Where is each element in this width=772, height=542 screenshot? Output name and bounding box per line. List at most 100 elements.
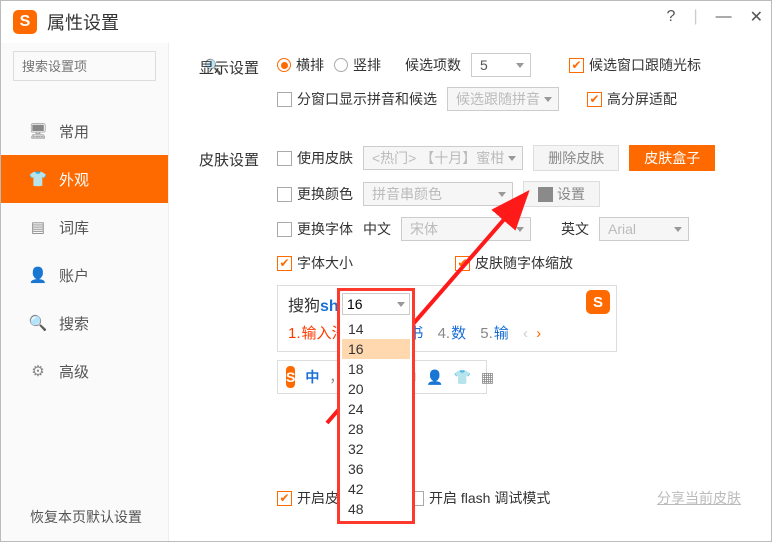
radio-dot-icon <box>277 58 291 72</box>
chk-font-follow-skin[interactable]: ✔皮肤随字体缩放 <box>455 253 573 273</box>
dropdown-list: 14161820242832364248 <box>340 317 412 521</box>
cn-font-select: 宋体 <box>401 217 531 241</box>
chk-label: 使用皮肤 <box>297 148 353 168</box>
chk-hidpi[interactable]: ✔ 高分屏适配 <box>587 89 677 109</box>
nav-search[interactable]: 🔍搜索 <box>1 299 168 347</box>
nav-account[interactable]: 👤账户 <box>1 251 168 299</box>
cand-word: 数 <box>451 325 466 342</box>
app-logo: S <box>13 10 37 34</box>
window-title: 属性设置 <box>47 9 119 35</box>
dropdown-selected[interactable]: 16 <box>342 293 410 315</box>
main-panel: 显示设置 横排 竖排 候选项数 5 ✔候选窗口跟随光标 分窗口显示拼音和候选 候… <box>169 43 771 541</box>
follow-pinyin-select: 候选跟随拼音 <box>447 87 559 111</box>
sidebar: 🔍 🖥 常用 👕 外观 ▤词库 👤账户 🔍搜索 ⚙高级 恢复本页默认设置 <box>1 43 169 541</box>
book-icon: ▤ <box>29 218 47 236</box>
chk-label: 开启 flash 调试模式 <box>429 488 550 508</box>
color-set-button: 设置 <box>523 181 600 207</box>
select-value: <热门> 【十月】蜜柑 <box>372 148 504 168</box>
skin-select: <热门> 【十月】蜜柑 <box>363 146 523 170</box>
select-value: 拼音串颜色 <box>372 184 442 204</box>
close-button[interactable]: ✕ <box>750 7 763 27</box>
radio-vertical[interactable]: 竖排 <box>334 55 381 75</box>
titlebar: S 属性设置 ? | — ✕ <box>1 1 771 43</box>
nav-label: 高级 <box>59 361 89 382</box>
nav-label: 常用 <box>59 121 89 142</box>
btn-label: 设置 <box>557 184 585 204</box>
search-box[interactable]: 🔍 <box>13 51 156 81</box>
en-label: 英文 <box>561 219 589 239</box>
cn-label: 中文 <box>363 219 391 239</box>
chk-label: 候选窗口跟随光标 <box>589 55 701 75</box>
checkbox-icon: ✔ <box>587 92 602 107</box>
select-value: 宋体 <box>410 219 438 239</box>
search-icon: 🔍 <box>29 314 47 332</box>
sogou-logo-icon: S <box>286 366 295 388</box>
cand-num: 1. <box>288 325 301 342</box>
cand-count-select[interactable]: 5 <box>471 53 531 77</box>
user-icon: 👤 <box>29 266 47 284</box>
chk-follow-cursor[interactable]: ✔候选窗口跟随光标 <box>569 55 701 75</box>
checkbox-icon <box>277 187 292 202</box>
restore-defaults-button[interactable]: 恢复本页默认设置 <box>11 507 161 527</box>
cand-count-label: 候选项数 <box>405 55 461 75</box>
cand-word: 输 <box>494 325 509 342</box>
chk-flash-debug[interactable]: 开启 flash 调试模式 <box>409 488 550 508</box>
font-size-dropdown[interactable]: 16 14161820242832364248 <box>337 288 415 524</box>
chk-font-size[interactable]: ✔字体大小 <box>277 253 353 273</box>
radio-horizontal[interactable]: 横排 <box>277 55 324 75</box>
minimize-button[interactable]: — <box>716 8 732 26</box>
chk-label: 分窗口显示拼音和候选 <box>297 89 437 109</box>
nav-appearance[interactable]: 👕 外观 <box>1 155 168 203</box>
nav: 🖥 常用 👕 外观 ▤词库 👤账户 🔍搜索 ⚙高级 <box>1 107 168 395</box>
color-select: 拼音串颜色 <box>363 182 513 206</box>
person-icon[interactable]: 👤 <box>426 369 443 386</box>
nav-advanced[interactable]: ⚙高级 <box>1 347 168 395</box>
sogou-logo-icon: S <box>586 290 610 314</box>
skin-icon[interactable]: 👕 <box>453 369 470 386</box>
chk-label: 更换字体 <box>297 219 353 239</box>
chk-change-color[interactable]: 更换颜色 <box>277 184 353 204</box>
radio-label: 横排 <box>296 55 324 75</box>
checkbox-icon: ✔ <box>455 256 470 271</box>
nav-label: 外观 <box>59 169 89 190</box>
shirt-icon: 👕 <box>29 170 47 188</box>
font-size-option[interactable]: 18 <box>342 359 410 379</box>
share-skin-link[interactable]: 分享当前皮肤 <box>657 488 741 508</box>
font-size-option[interactable]: 48 <box>342 499 410 519</box>
chk-change-font[interactable]: 更换字体 <box>277 219 353 239</box>
font-size-option[interactable]: 24 <box>342 399 410 419</box>
font-size-option[interactable]: 20 <box>342 379 410 399</box>
select-value: 候选跟随拼音 <box>456 89 540 109</box>
font-size-option[interactable]: 16 <box>342 339 410 359</box>
checkbox-icon <box>277 151 292 166</box>
radio-dot-icon <box>334 58 348 72</box>
chk-label: 高分屏适配 <box>607 89 677 109</box>
help-button[interactable]: ? <box>667 8 676 26</box>
chk-split-window[interactable]: 分窗口显示拼音和候选 <box>277 89 437 109</box>
font-size-option[interactable]: 42 <box>342 479 410 499</box>
monitor-icon: 🖥 <box>29 122 47 140</box>
font-size-option[interactable]: 14 <box>342 319 410 339</box>
skin-box-button[interactable]: 皮肤盒子 <box>629 145 715 171</box>
pager-arrows[interactable]: ‹ › <box>523 325 543 342</box>
color-swatch-icon <box>538 187 553 202</box>
radio-label: 竖排 <box>353 55 381 75</box>
font-size-option[interactable]: 28 <box>342 419 410 439</box>
checkbox-icon <box>277 222 292 237</box>
chk-use-skin[interactable]: 使用皮肤 <box>277 148 353 168</box>
font-size-option[interactable]: 36 <box>342 459 410 479</box>
toolbar-cn[interactable]: 中 <box>305 367 319 387</box>
section-label: 显示设置 <box>199 53 277 121</box>
chk-label: 字体大小 <box>297 253 353 273</box>
font-size-option[interactable]: 32 <box>342 439 410 459</box>
checkbox-icon: ✔ <box>277 491 292 506</box>
toolbox-icon[interactable]: ▦ <box>481 369 494 386</box>
preview-candidates: 1.输入法 3.书 4.数 5.输 ‹ › <box>280 320 614 349</box>
cand-num: 4. <box>438 325 451 342</box>
nav-general[interactable]: 🖥 常用 <box>1 107 168 155</box>
section-display: 显示设置 横排 竖排 候选项数 5 ✔候选窗口跟随光标 分窗口显示拼音和候选 候… <box>199 53 741 121</box>
window-controls: ? | — ✕ <box>667 7 763 27</box>
dropdown-value: 16 <box>347 296 363 312</box>
preview-typed-cn: 搜狗 <box>288 298 320 315</box>
nav-dictionary[interactable]: ▤词库 <box>1 203 168 251</box>
